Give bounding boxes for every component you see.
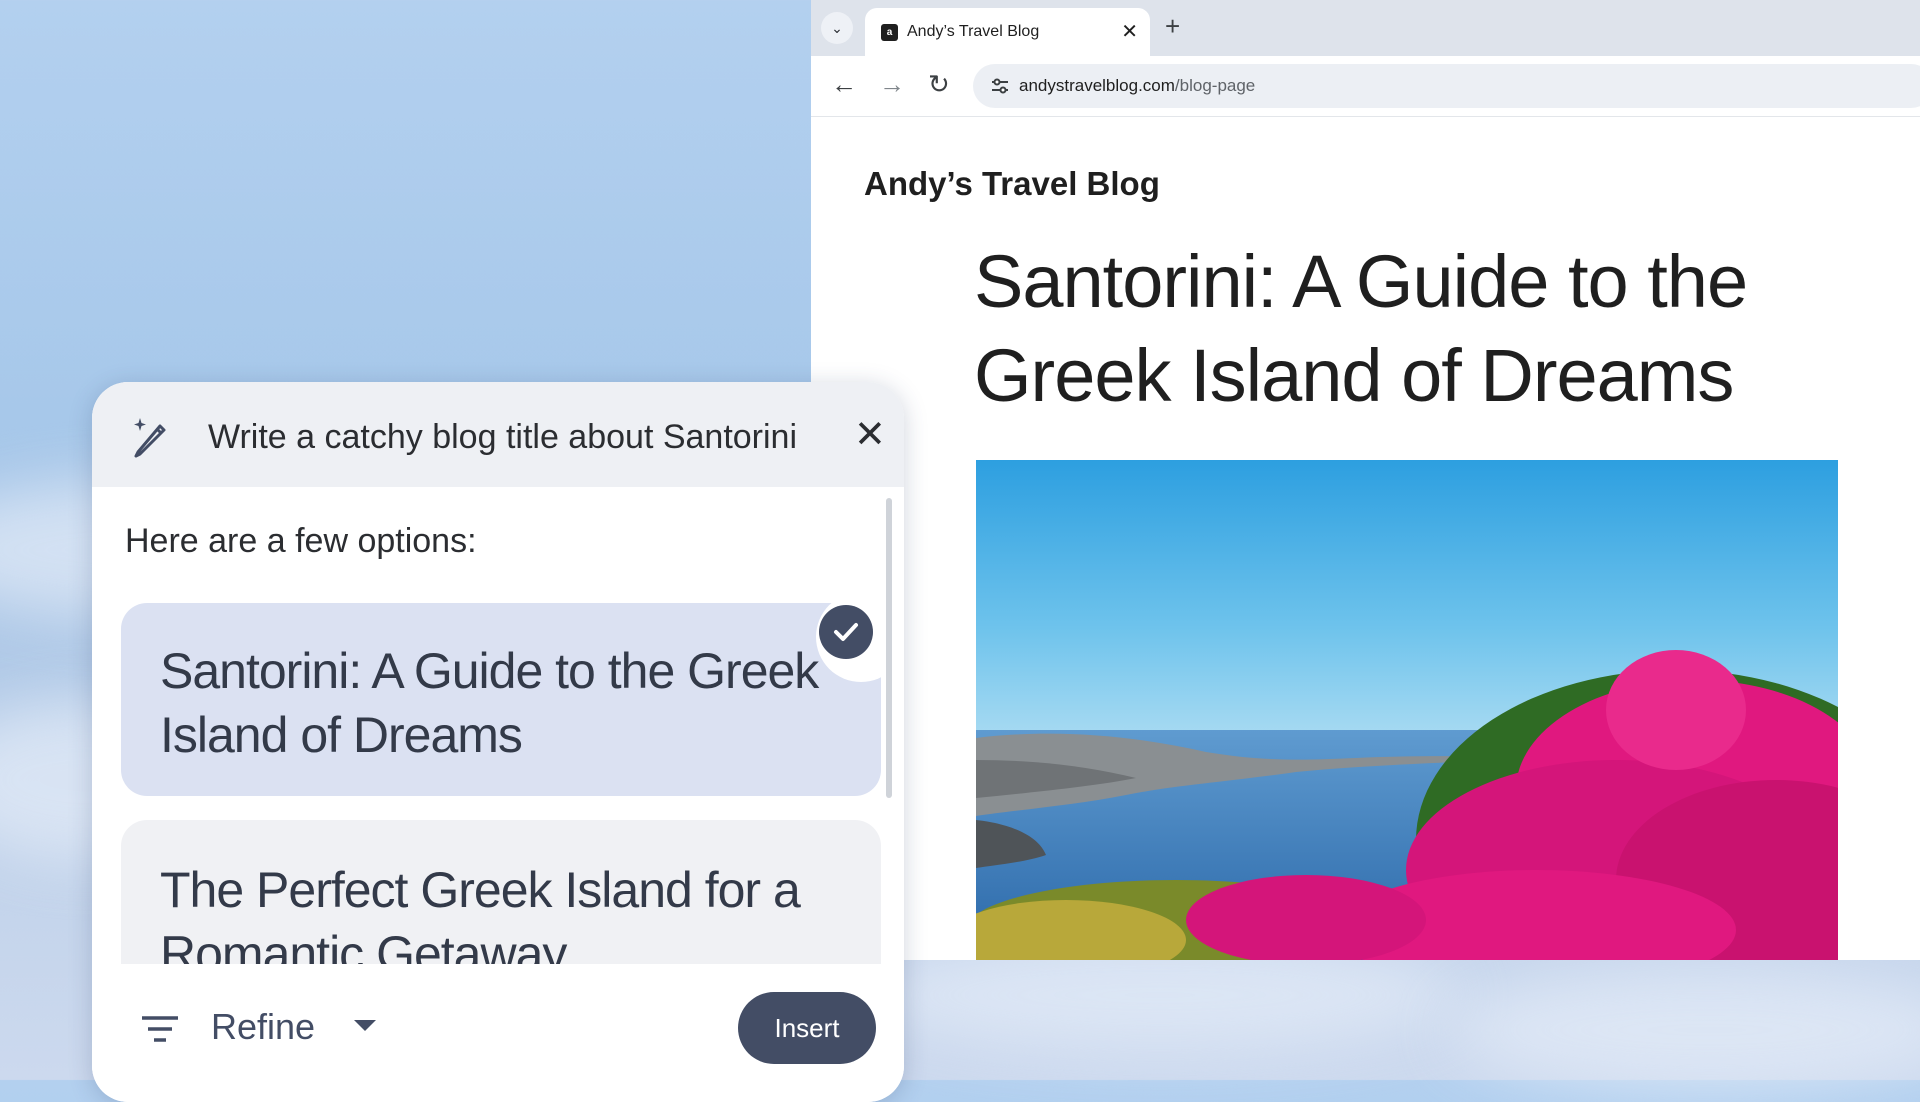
browser-toolbar: ← → ↻ andystravelblog.com/blog-page <box>811 56 1920 117</box>
url-text[interactable]: andystravelblog.com/blog-page <box>1019 76 1255 96</box>
address-bar[interactable]: andystravelblog.com/blog-page <box>973 64 1920 108</box>
url-domain: andystravelblog.com <box>1019 76 1175 95</box>
close-icon[interactable]: ✕ <box>854 412 886 457</box>
reload-icon[interactable]: ↻ <box>928 70 950 98</box>
hero-image <box>976 460 1838 960</box>
dialog-footer: Refine Insert <box>92 964 904 1102</box>
help-me-write-dialog: Write a catchy blog title about Santorin… <box>92 382 904 1102</box>
option-text: Santorini: A Guide to the Greek Island o… <box>160 643 819 763</box>
new-tab-button[interactable]: + <box>1165 11 1180 42</box>
blog-title[interactable]: Santorini: A Guide to the Greek Island o… <box>974 235 1874 423</box>
blog-page: Andy’s Travel Blog Santorini: A Guide to… <box>811 117 1920 960</box>
filter-icon[interactable] <box>140 1014 180 1044</box>
close-icon[interactable]: ✕ <box>1121 19 1138 44</box>
forward-arrow-icon[interactable]: → <box>879 70 905 98</box>
dialog-header: Write a catchy blog title about Santorin… <box>92 382 904 487</box>
check-icon <box>819 605 873 659</box>
tab-title: Andy’s Travel Blog <box>907 23 1040 40</box>
option-card-selected[interactable]: Santorini: A Guide to the Greek Island o… <box>121 603 881 796</box>
insert-button[interactable]: Insert <box>738 992 876 1064</box>
pen-sparkle-icon <box>134 418 166 458</box>
favicon-icon: a <box>881 24 898 41</box>
refine-button[interactable]: Refine <box>211 1006 315 1048</box>
prompt-text: Write a catchy blog title about Santorin… <box>208 418 798 456</box>
site-settings-icon[interactable] <box>991 78 1009 94</box>
options-intro: Here are a few options: <box>125 522 477 560</box>
scrollbar[interactable] <box>886 498 892 798</box>
url-path: /blog-page <box>1174 76 1256 95</box>
browser-window: ⌄ a Andy’s Travel Blog ✕ + ← → ↻ andystr… <box>811 0 1920 960</box>
back-arrow-icon[interactable]: ← <box>831 70 857 98</box>
tab-strip: ⌄ a Andy’s Travel Blog ✕ + <box>811 0 1920 56</box>
browser-tab[interactable]: a Andy’s Travel Blog ✕ <box>865 8 1150 56</box>
blog-name: Andy’s Travel Blog <box>864 165 1160 202</box>
chevron-down-icon[interactable] <box>354 1020 376 1031</box>
tab-search-icon[interactable]: ⌄ <box>821 12 853 44</box>
